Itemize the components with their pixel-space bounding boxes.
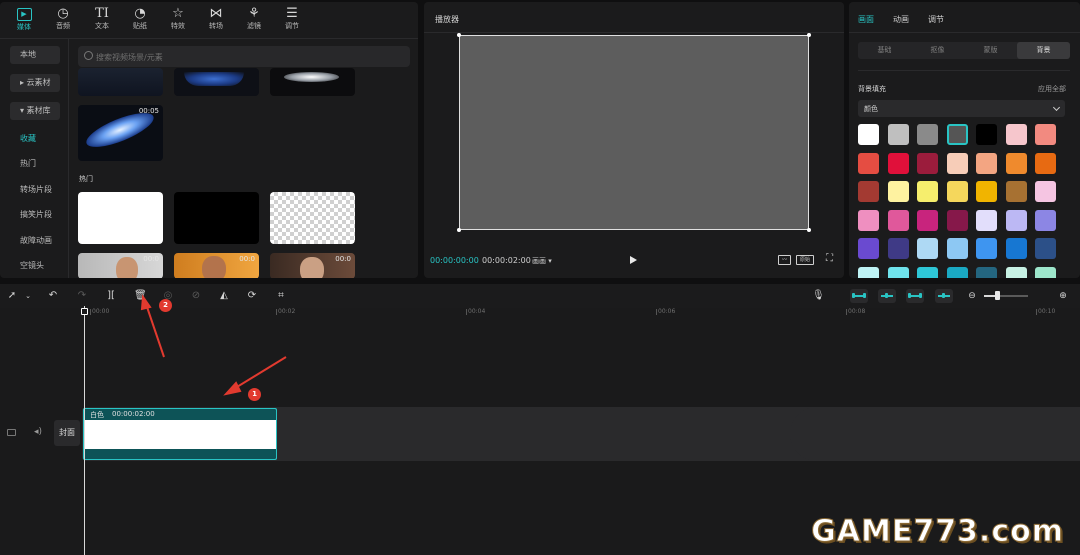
annotation-arrowhead-1: [223, 381, 242, 396]
annotation-badge-1: 1: [248, 388, 261, 401]
watermark-logo: GAME773.com: [811, 514, 1064, 550]
annotation-arrows: [140, 294, 287, 396]
annotation-badge-2: 2: [159, 299, 172, 312]
annotation-arrow-1: [231, 356, 287, 391]
annotation-arrow-2: [145, 303, 165, 358]
annotation-arrowhead-2: [140, 294, 152, 311]
